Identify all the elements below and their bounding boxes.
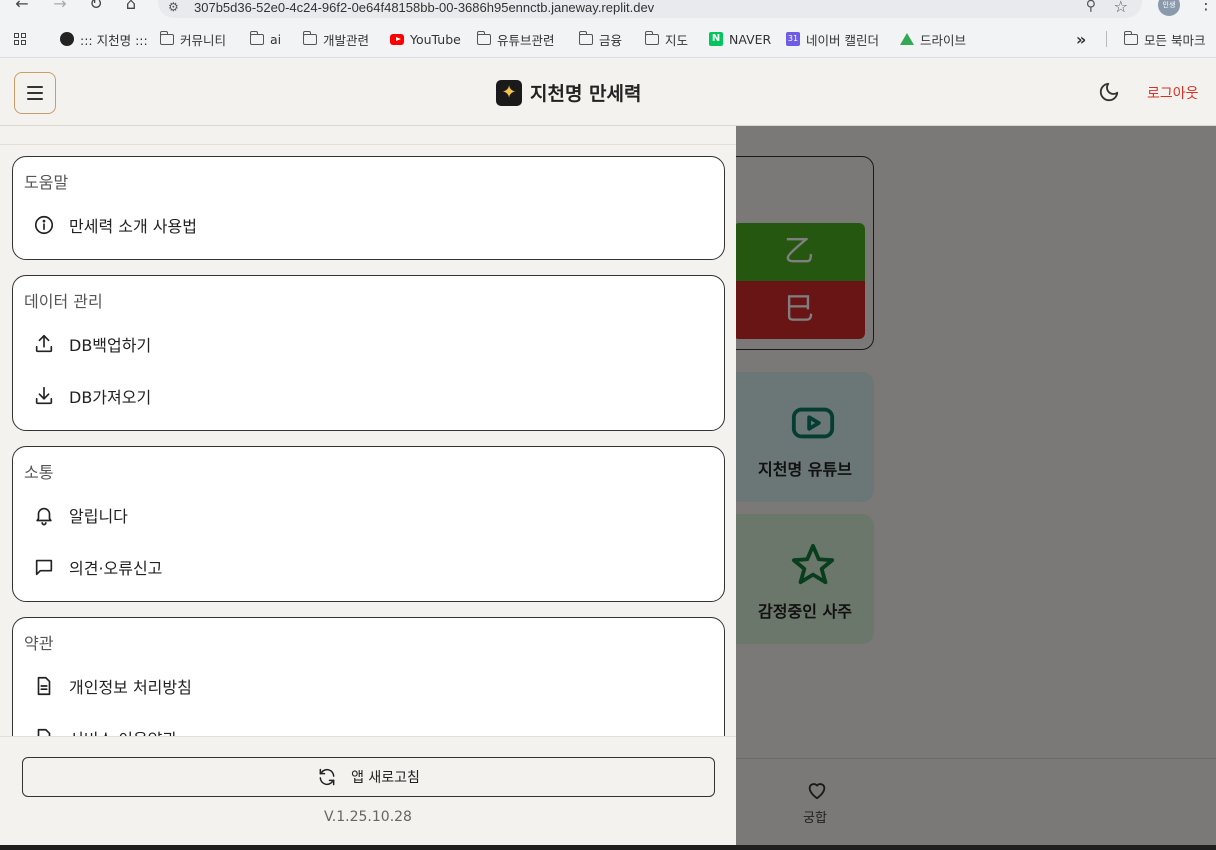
folder-icon xyxy=(159,30,174,45)
menu-item-label: 서비스 이용약관 xyxy=(69,726,177,736)
bookmarks-overflow-button[interactable]: » xyxy=(1076,30,1086,49)
upload-icon xyxy=(35,334,53,353)
bookmark-label: 드라이브 xyxy=(920,32,967,48)
message-icon xyxy=(35,559,53,576)
bookmark-label: 금융 xyxy=(599,32,623,48)
folder-icon xyxy=(302,30,317,45)
side-drawer: 도움말 만세력 소개 사용법 데이터 관리 DB백업하기 DB가져오기 소통 알… xyxy=(0,126,736,845)
app-header: ✦ 지천명 만세력 로그아웃 xyxy=(0,59,1216,126)
bookmark-community[interactable]: 커뮤니티 xyxy=(159,30,227,48)
menu-item-label: 의견·오류신고 xyxy=(69,559,163,578)
menu-item-terms-of-service[interactable]: 서비스 이용약관 xyxy=(33,726,177,736)
bell-icon xyxy=(36,507,52,526)
section-title: 약관 xyxy=(24,634,54,653)
menu-item-label: 개인정보 처리방침 xyxy=(69,678,192,697)
sparkle-logo-icon: ✦ xyxy=(496,79,522,106)
app-version: V.1.25.10.28 xyxy=(324,809,412,825)
browser-toolbar: ← → ↻ ⌂ ⚙ 307b5d36-52e0-4c24-96f2-0e64f4… xyxy=(0,0,1216,18)
bookmark-map[interactable]: 지도 xyxy=(644,30,689,48)
menu-item-label: DB가져오기 xyxy=(69,388,152,407)
bookmark-youtube[interactable]: YouTube xyxy=(390,30,461,48)
bookmarks-bar: ::: 지천명 ::: 커뮤니티 ai 개발관련 YouTube 유튜브관련 금… xyxy=(0,18,1216,58)
bookmark-label: 유튜브관련 xyxy=(497,32,555,48)
address-bar[interactable]: ⚙ 307b5d36-52e0-4c24-96f2-0e64f48158bb-0… xyxy=(158,0,1142,18)
home-icon[interactable]: ⌂ xyxy=(121,0,141,14)
download-icon xyxy=(35,386,53,405)
section-communication: 소통 알립니다 의견·오류신고 xyxy=(12,446,725,602)
bookmark-dev[interactable]: 개발관련 xyxy=(302,30,370,48)
section-title: 도움말 xyxy=(24,173,69,192)
naver-icon: N xyxy=(709,32,723,46)
bookmark-jicheonmyeong[interactable]: ::: 지천명 ::: xyxy=(60,30,148,48)
globe-icon xyxy=(60,32,74,46)
app-title: 지천명 만세력 xyxy=(530,83,642,105)
menu-item-notices[interactable]: 알립니다 xyxy=(33,503,128,527)
apps-grid-icon[interactable] xyxy=(14,30,26,48)
drive-icon xyxy=(900,33,914,45)
site-info-icon[interactable]: ⚙ xyxy=(168,0,179,14)
section-data-management: 데이터 관리 DB백업하기 DB가져오기 xyxy=(12,275,725,431)
menu-item-label: DB백업하기 xyxy=(69,336,152,355)
folder-icon xyxy=(578,30,593,45)
back-icon[interactable]: ← xyxy=(12,0,32,14)
menu-item-db-backup[interactable]: DB백업하기 xyxy=(33,332,151,356)
folder-icon xyxy=(476,30,491,45)
menu-item-intro-guide[interactable]: 만세력 소개 사용법 xyxy=(33,213,197,237)
bookmark-naver-calendar[interactable]: 31 네이버 캘린더 xyxy=(786,30,879,48)
profile-avatar[interactable]: 인생 xyxy=(1158,0,1180,16)
bookmarks-divider xyxy=(1106,31,1107,47)
folder-icon xyxy=(1123,30,1138,45)
section-title: 데이터 관리 xyxy=(24,292,103,311)
refresh-label: 앱 새로고침 xyxy=(351,770,420,786)
youtube-icon xyxy=(390,33,404,45)
document-icon xyxy=(37,676,51,696)
section-terms: 약관 개인정보 처리방침 서비스 이용약관 xyxy=(12,617,725,736)
all-bookmarks-folder[interactable]: 모든 북마크 xyxy=(1123,30,1206,48)
bookmark-label: ai xyxy=(270,31,282,47)
menu-item-feedback[interactable]: 의견·오류신고 xyxy=(33,555,162,579)
app-refresh-button[interactable]: 앱 새로고침 xyxy=(22,757,715,797)
bookmark-drive[interactable]: 드라이브 xyxy=(900,30,966,48)
bookmark-youtube-related[interactable]: 유튜브관련 xyxy=(476,30,555,48)
zoom-icon[interactable]: ⚲ xyxy=(1086,0,1096,14)
os-taskbar-edge xyxy=(0,845,1216,850)
bookmark-label: 네이버 캘린더 xyxy=(806,32,879,48)
document-icon xyxy=(37,728,51,736)
menu-item-privacy-policy[interactable]: 개인정보 처리방침 xyxy=(33,674,192,698)
logout-button[interactable]: 로그아웃 xyxy=(1147,83,1199,103)
url-text[interactable]: 307b5d36-52e0-4c24-96f2-0e64f48158bb-00-… xyxy=(194,0,654,15)
calendar-icon: 31 xyxy=(786,32,800,46)
folder-icon xyxy=(644,30,659,45)
bookmark-label: 커뮤니티 xyxy=(180,32,227,48)
forward-icon[interactable]: → xyxy=(50,0,70,14)
drawer-scroll-area[interactable]: 도움말 만세력 소개 사용법 데이터 관리 DB백업하기 DB가져오기 소통 알… xyxy=(0,126,736,736)
menu-item-label: 만세력 소개 사용법 xyxy=(69,217,197,236)
refresh-icon xyxy=(319,768,335,786)
bookmark-label: YouTube xyxy=(410,31,461,47)
bookmark-label: NAVER xyxy=(729,31,772,47)
bookmark-label: 지도 xyxy=(665,32,689,48)
bookmark-label: ::: 지천명 ::: xyxy=(80,32,148,48)
drawer-divider xyxy=(0,144,736,145)
brand[interactable]: ✦ 지천명 만세력 xyxy=(496,79,642,106)
bookmark-naver[interactable]: N NAVER xyxy=(709,30,771,48)
info-icon xyxy=(34,215,54,235)
bookmark-ai[interactable]: ai xyxy=(249,30,282,48)
bookmark-finance[interactable]: 금융 xyxy=(578,30,623,48)
section-title: 소통 xyxy=(24,463,54,482)
menu-toggle-button[interactable] xyxy=(14,72,56,114)
browser-menu-icon[interactable]: ⋮ xyxy=(1198,0,1214,13)
bookmark-label: 개발관련 xyxy=(323,32,370,48)
menu-item-label: 알립니다 xyxy=(69,507,128,526)
reload-icon[interactable]: ↻ xyxy=(86,0,106,14)
bookmark-star-icon[interactable]: ☆ xyxy=(1114,0,1128,16)
bookmark-label: 모든 북마크 xyxy=(1144,32,1206,48)
moon-icon[interactable] xyxy=(1098,81,1120,103)
drawer-footer: 앱 새로고침 V.1.25.10.28 xyxy=(0,736,736,845)
section-help: 도움말 만세력 소개 사용법 xyxy=(12,156,725,260)
folder-icon xyxy=(249,30,264,45)
app-viewport: ✦ 지천명 만세력 로그아웃 乙 巳 지천명 유튜브 감정중인 사주 xyxy=(0,59,1216,845)
menu-item-db-import[interactable]: DB가져오기 xyxy=(33,384,151,408)
